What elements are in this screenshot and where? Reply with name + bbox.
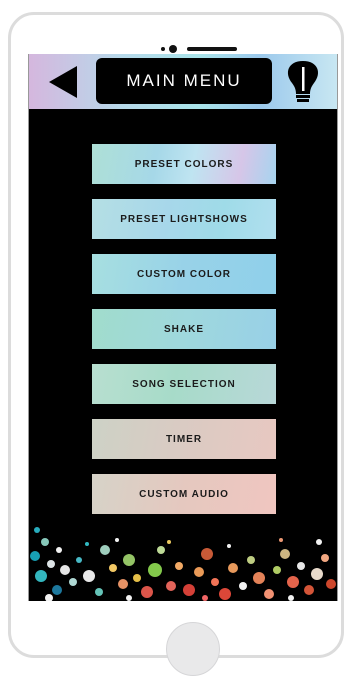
preset-colors-button[interactable]: PRESET COLORS: [92, 144, 276, 184]
preset-lightshows-button[interactable]: PRESET LIGHTSHOWS: [92, 199, 276, 239]
custom-audio-button[interactable]: CUSTOM AUDIO: [92, 474, 276, 514]
app-screen: MAIN MENU PRESET COLORS PRESET LIGHTSHOW…: [28, 54, 338, 601]
custom-color-button[interactable]: CUSTOM COLOR: [92, 254, 276, 294]
light-bulb-icon: [287, 61, 319, 102]
back-button[interactable]: [49, 66, 79, 98]
bulb-button[interactable]: [282, 59, 324, 105]
earpiece-speaker: [187, 47, 237, 51]
home-button[interactable]: [166, 622, 220, 676]
header-bar: MAIN MENU: [29, 54, 337, 109]
front-camera: [169, 45, 177, 53]
song-selection-button[interactable]: SONG SELECTION: [92, 364, 276, 404]
page-title: MAIN MENU: [96, 58, 272, 104]
confetti-decoration: [30, 527, 336, 601]
sensor-dot: [161, 47, 165, 51]
shake-button[interactable]: SHAKE: [92, 309, 276, 349]
timer-button[interactable]: TIMER: [92, 419, 276, 459]
back-arrow-icon: [49, 66, 77, 98]
